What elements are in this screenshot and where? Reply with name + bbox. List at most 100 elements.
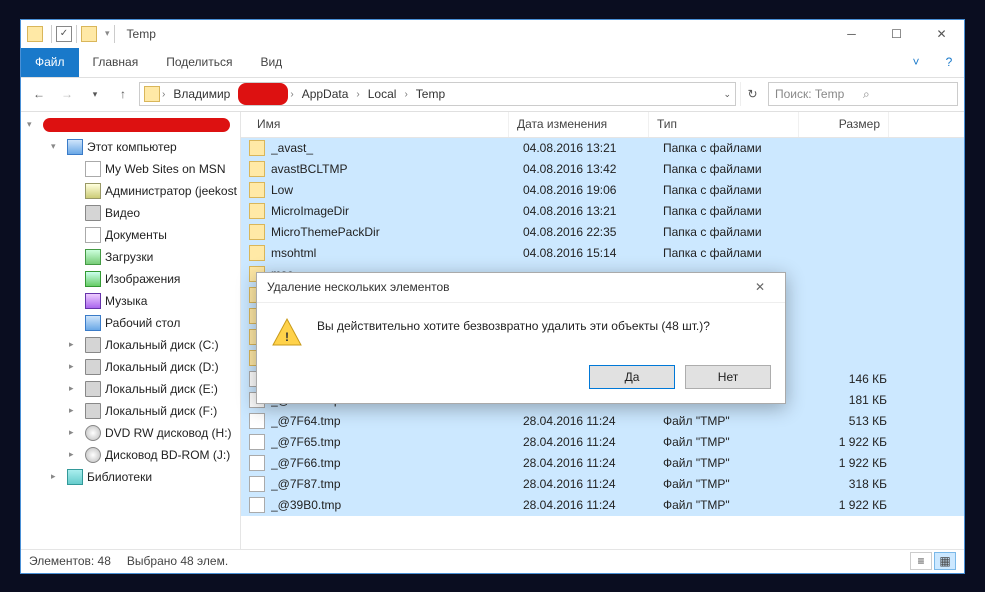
- list-item[interactable]: _avast_04.08.2016 13:21Папка с файлами: [241, 138, 964, 159]
- ribbon-tabs: Файл Главная Поделиться Вид ˅ ?: [21, 48, 964, 78]
- address-bar[interactable]: › Владимир › AppData › Local › Temp ⌄: [139, 82, 736, 106]
- tab-home[interactable]: Главная: [79, 48, 153, 77]
- item-name: _@7F64.tmp: [271, 414, 515, 428]
- col-date[interactable]: Дата изменения: [509, 112, 649, 137]
- tree-video[interactable]: Видео: [21, 202, 240, 224]
- tree-admin[interactable]: Администратор (jeekost: [21, 180, 240, 202]
- list-item[interactable]: _@39B0.tmp28.04.2016 11:24Файл "TMP"1 92…: [241, 495, 964, 516]
- close-button[interactable]: ✕: [919, 20, 964, 48]
- tree-drive-f[interactable]: ▸Локальный диск (F:): [21, 400, 240, 422]
- dialog-yes-button[interactable]: Да: [589, 365, 675, 389]
- search-icon[interactable]: ⌕: [863, 87, 951, 102]
- folder-icon: [27, 26, 43, 42]
- item-size: 1 922 КБ: [805, 435, 895, 449]
- tree-downloads[interactable]: Загрузки: [21, 246, 240, 268]
- crumb-user[interactable]: Владимир: [167, 83, 236, 105]
- tree-msn[interactable]: My Web Sites on MSN: [21, 158, 240, 180]
- tree-redacted[interactable]: ▾: [21, 114, 240, 136]
- tree-drive-c[interactable]: ▸Локальный диск (C:): [21, 334, 240, 356]
- item-name: _@39B0.tmp: [271, 498, 515, 512]
- item-type: Папка с файлами: [655, 204, 805, 218]
- item-date: 04.08.2016 13:21: [515, 204, 655, 218]
- tree-desktop[interactable]: Рабочий стол: [21, 312, 240, 334]
- tree-libraries[interactable]: ▸Библиотеки: [21, 466, 240, 488]
- list-item[interactable]: Low04.08.2016 19:06Папка с файлами: [241, 180, 964, 201]
- ribbon-expand-icon[interactable]: ˅: [898, 48, 934, 77]
- list-item[interactable]: msohtml04.08.2016 15:14Папка с файлами: [241, 243, 964, 264]
- list-item[interactable]: _@7F87.tmp28.04.2016 11:24Файл "TMP"318 …: [241, 474, 964, 495]
- chevron-right-icon[interactable]: ›: [356, 89, 359, 100]
- up-button[interactable]: ↑: [111, 82, 135, 106]
- column-headers[interactable]: Имя Дата изменения Тип Размер: [241, 112, 964, 138]
- back-button[interactable]: ←: [27, 82, 51, 106]
- item-name: _avast_: [271, 141, 515, 155]
- window-title: Temp: [127, 27, 156, 41]
- svg-text:!: !: [285, 330, 289, 344]
- help-icon[interactable]: ?: [934, 48, 964, 77]
- dialog-message: Вы действительно хотите безвозвратно уда…: [317, 317, 771, 349]
- search-input[interactable]: Поиск: Temp ⌕: [768, 82, 958, 106]
- warning-icon: !: [271, 317, 303, 349]
- dialog-title: Удаление нескольких элементов: [267, 280, 450, 294]
- item-type: Папка с файлами: [655, 246, 805, 260]
- crumb-local[interactable]: Local: [362, 83, 403, 105]
- tree-drive-e[interactable]: ▸Локальный диск (E:): [21, 378, 240, 400]
- qat-checkbox[interactable]: [56, 26, 72, 42]
- folder-icon: [144, 86, 160, 102]
- item-type: Файл "TMP": [655, 477, 805, 491]
- tree-bd[interactable]: ▸Дисковод BD-ROM (J:): [21, 444, 240, 466]
- list-item[interactable]: avastBCLTMP04.08.2016 13:42Папка с файла…: [241, 159, 964, 180]
- item-name: MicroImageDir: [271, 204, 515, 218]
- maximize-button[interactable]: ☐: [874, 20, 919, 48]
- chevron-right-icon[interactable]: ›: [404, 89, 407, 100]
- tree-drive-d[interactable]: ▸Локальный диск (D:): [21, 356, 240, 378]
- tab-view[interactable]: Вид: [246, 48, 296, 77]
- col-size[interactable]: Размер: [799, 112, 889, 137]
- forward-button[interactable]: →: [55, 82, 79, 106]
- item-type: Файл "TMP": [655, 456, 805, 470]
- item-name: _@7F65.tmp: [271, 435, 515, 449]
- recent-dropdown[interactable]: ▾: [83, 82, 107, 106]
- folder-icon: [249, 224, 265, 240]
- view-details-icon[interactable]: ≡: [910, 552, 932, 570]
- item-date: 04.08.2016 19:06: [515, 183, 655, 197]
- item-size: 1 922 КБ: [805, 456, 895, 470]
- titlebar[interactable]: ▾ Temp ─ ☐ ✕: [21, 20, 964, 48]
- dialog-no-button[interactable]: Нет: [685, 365, 771, 389]
- item-name: Low: [271, 183, 515, 197]
- nav-tree[interactable]: ▾ ▾Этот компьютер My Web Sites on MSN Ад…: [21, 112, 241, 549]
- refresh-button[interactable]: ↻: [740, 82, 764, 106]
- col-type[interactable]: Тип: [649, 112, 799, 137]
- folder-icon: [81, 26, 97, 42]
- tree-docs[interactable]: Документы: [21, 224, 240, 246]
- file-icon: [249, 497, 265, 513]
- view-large-icon[interactable]: ▦: [934, 552, 956, 570]
- crumb-appdata[interactable]: AppData: [296, 83, 355, 105]
- quick-access-toolbar: ▾: [51, 25, 115, 43]
- item-type: Папка с файлами: [655, 183, 805, 197]
- tree-images[interactable]: Изображения: [21, 268, 240, 290]
- address-dropdown-icon[interactable]: ⌄: [723, 89, 731, 100]
- crumb-temp[interactable]: Temp: [410, 83, 451, 105]
- item-date: 28.04.2016 11:24: [515, 456, 655, 470]
- redacted-crumb: [238, 83, 288, 105]
- col-name[interactable]: Имя: [249, 112, 509, 137]
- dialog-close-button[interactable]: ✕: [745, 272, 775, 302]
- list-item[interactable]: MicroThemePackDir04.08.2016 22:35Папка с…: [241, 222, 964, 243]
- minimize-button[interactable]: ─: [829, 20, 874, 48]
- status-bar: Элементов: 48 Выбрано 48 элем. ≡ ▦: [21, 549, 964, 573]
- tab-share[interactable]: Поделиться: [152, 48, 246, 77]
- tree-this-pc[interactable]: ▾Этот компьютер: [21, 136, 240, 158]
- item-date: 28.04.2016 11:24: [515, 498, 655, 512]
- tree-dvd[interactable]: ▸DVD RW дисковод (H:): [21, 422, 240, 444]
- list-item[interactable]: _@7F64.tmp28.04.2016 11:24Файл "TMP"513 …: [241, 411, 964, 432]
- tab-file[interactable]: Файл: [21, 48, 79, 77]
- tree-music[interactable]: Музыка: [21, 290, 240, 312]
- item-date: 28.04.2016 11:24: [515, 435, 655, 449]
- item-date: 04.08.2016 13:21: [515, 141, 655, 155]
- list-item[interactable]: _@7F65.tmp28.04.2016 11:24Файл "TMP"1 92…: [241, 432, 964, 453]
- list-item[interactable]: MicroImageDir04.08.2016 13:21Папка с фай…: [241, 201, 964, 222]
- list-item[interactable]: _@7F66.tmp28.04.2016 11:24Файл "TMP"1 92…: [241, 453, 964, 474]
- chevron-right-icon[interactable]: ›: [162, 89, 165, 100]
- chevron-right-icon[interactable]: ›: [290, 89, 293, 100]
